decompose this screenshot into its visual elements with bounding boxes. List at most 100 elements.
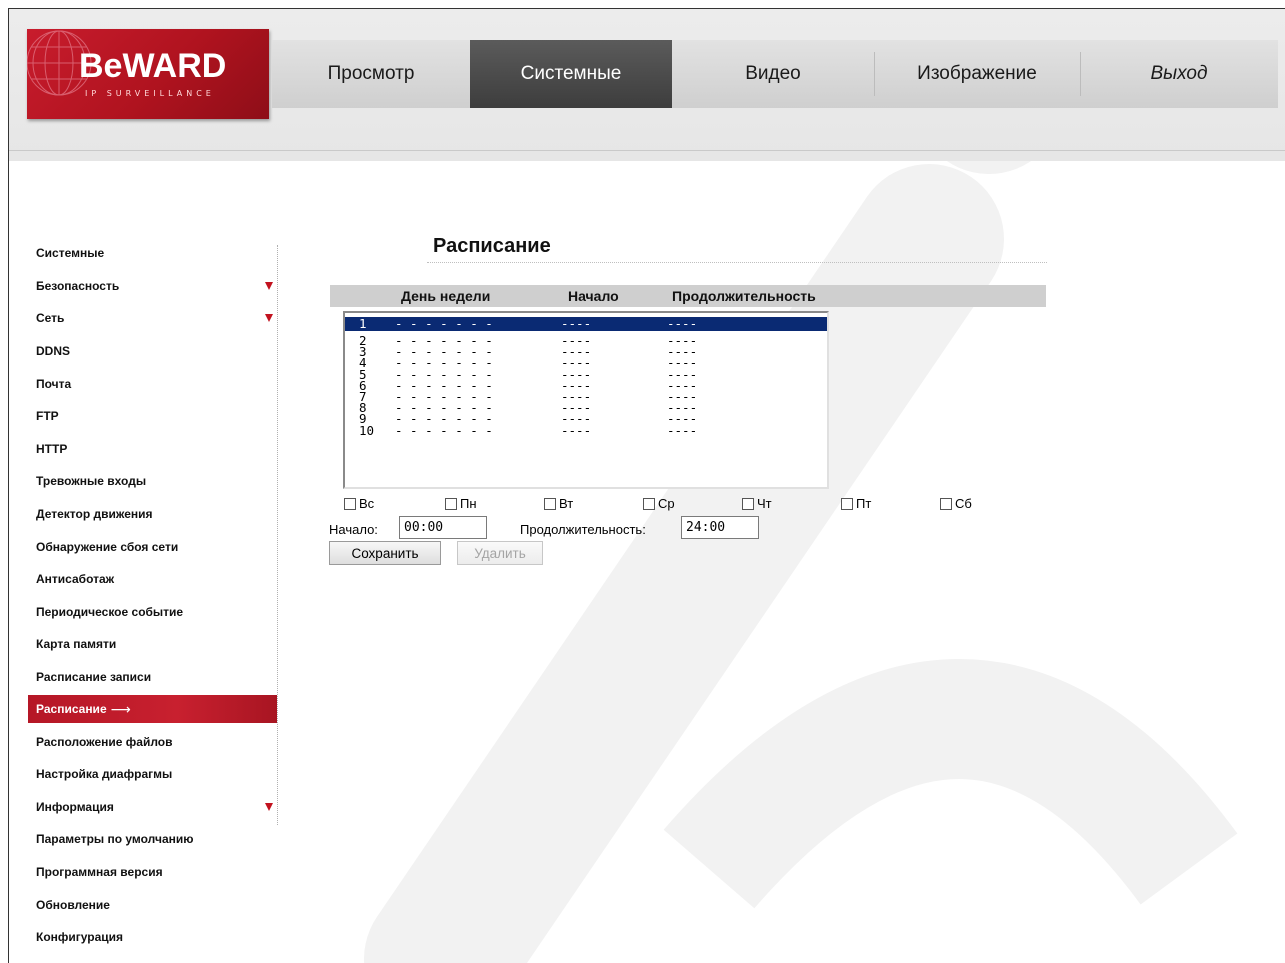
sidebar-item-label: FTP [36,409,59,424]
schedule-row[interactable]: 10 - - - - - - - ---- ---- [345,422,827,438]
sidebar-item-label: Детектор движения [36,507,153,522]
arrow-right-icon: ⟶ [110,700,131,717]
schedule-listbox[interactable]: 1- - - - - - - ---- ---- 2- - - - - - - ---… [343,311,829,489]
sidebar-item-detektor-dvizheniya[interactable]: Детектор движения [28,498,277,531]
checkbox-box[interactable] [940,497,952,510]
app-window: BeWARD IP SURVEILLANCE Просмотр Системны… [8,8,1285,963]
sidebar-divider [277,245,278,825]
day-checkbox-sr[interactable]: Ср [643,496,675,511]
sidebar-item-set[interactable]: Сеть [28,302,277,335]
expand-triangle-icon[interactable] [265,802,273,811]
start-time-input[interactable]: 00:00 [399,516,487,539]
column-header-start: Начало [568,288,619,304]
duration-label: Продолжительность: [520,522,646,537]
day-checkbox-vs[interactable]: Вс [344,496,374,511]
sidebar-item-http[interactable]: HTTP [28,433,277,466]
sidebar-item-informatsiya[interactable]: Информация [28,791,277,824]
checkbox-box[interactable] [445,497,457,510]
day-checkbox-pt[interactable]: Пт [841,496,871,511]
row-start: ---- [561,422,592,438]
day-label: Пт [856,496,872,511]
sidebar-item-label: Конфигурация [36,930,124,945]
checkbox-box[interactable] [742,497,754,510]
brand-name: BeWARD [79,47,227,85]
sidebar-item-pochta[interactable]: Почта [28,367,277,400]
sidebar-item-programmnaya-versiya[interactable]: Программная версия [28,856,277,889]
sidebar-item-konfiguratsiya[interactable]: Конфигурация [28,921,277,954]
sidebar-item-obnovlenie[interactable]: Обновление [28,888,277,921]
sidebar-item-label: Настройка диафрагмы [36,767,173,782]
day-checkbox-pn[interactable]: Пн [445,496,477,511]
sidebar-item-karta-pamyati[interactable]: Карта памяти [28,628,277,661]
row-days: - - - - - - - [395,316,493,331]
sidebar-item-label: Периодическое событие [36,604,184,619]
day-label: Вт [559,496,574,511]
tab-video[interactable]: Видео [672,40,874,108]
sidebar-menu: Системные Безопасность Сеть DDNS Почта F… [28,237,277,953]
sidebar-item-raspisanie[interactable]: Расписание ⟶ [28,695,277,724]
sidebar-item-label: Параметры по умолчанию [36,832,194,847]
sidebar-item-label: Тревожные входы [36,474,147,489]
sidebar-item-antisabotazh[interactable]: Антисаботаж [28,563,277,596]
sidebar-item-label: HTTP [36,441,68,456]
sidebar-item-raspisanie-zapisi[interactable]: Расписание записи [28,661,277,694]
checkbox-box[interactable] [544,497,556,510]
tab-label: Просмотр [327,63,415,84]
sidebar-item-obnaruzhenie-sboya[interactable]: Обнаружение сбоя сети [28,530,277,563]
top-navigation: Просмотр Системные Видео Изображение Вых… [272,40,1278,108]
checkbox-box[interactable] [643,497,655,510]
save-button[interactable]: Сохранить [329,541,441,565]
duration-input[interactable]: 24:00 [681,516,759,539]
row-duration: ---- [667,422,698,438]
brand-logo[interactable]: BeWARD IP SURVEILLANCE [27,29,269,119]
day-checkbox-sb[interactable]: Сб [940,496,972,511]
sidebar-item-raspolozhenie-faylov[interactable]: Расположение файлов [28,725,277,758]
sidebar-item-label: Расписание [36,702,107,717]
row-days: - - - - - - - [395,422,493,438]
tab-prosmotr[interactable]: Просмотр [272,40,470,108]
sidebar-item-label: Расположение файлов [36,734,173,749]
row-start: ---- [561,316,592,331]
checkbox-box[interactable] [344,497,356,510]
column-header-day: День недели [401,288,491,304]
sidebar-item-label: Безопасность [36,278,120,293]
tab-sistemnye[interactable]: Системные [470,40,672,108]
sidebar-item-ftp[interactable]: FTP [28,400,277,433]
expand-triangle-icon[interactable] [265,281,273,290]
sidebar-item-label: Информация [36,799,114,814]
sidebar-item-ddns[interactable]: DDNS [28,335,277,368]
sidebar-item-bezopasnost[interactable]: Безопасность [28,270,277,303]
sidebar-item-label: DDNS [36,344,71,359]
schedule-row[interactable]: 1 - - - - - - - ---- ---- [345,317,827,331]
weekday-checkboxes: Вс Пн Вт Ср Чт Пт Сб [344,496,1044,514]
sidebar-item-label: Антисаботаж [36,572,115,587]
sidebar-item-label: Системные [36,246,105,261]
day-label: Вс [359,496,375,511]
checkbox-box[interactable] [841,497,853,510]
delete-button[interactable]: Удалить [457,541,543,565]
title-underline [427,262,1047,263]
sidebar-item-parametry-po-umolchaniyu[interactable]: Параметры по умолчанию [28,823,277,856]
sidebar-item-nastroyka-diafragmy[interactable]: Настройка диафрагмы [28,758,277,791]
day-checkbox-vt[interactable]: Вт [544,496,573,511]
sidebar-item-periodicheskoe-sobytie[interactable]: Периодическое событие [28,596,277,629]
tab-vyhod[interactable]: Выход [1080,40,1278,108]
sidebar-item-trevozhnye-vhody[interactable]: Тревожные входы [28,465,277,498]
day-checkbox-cht[interactable]: Чт [742,496,772,511]
sidebar-item-label: Расписание записи [36,670,152,685]
row-number: 1 [359,316,367,331]
brand-tagline: IP SURVEILLANCE [85,89,215,98]
row-duration: ---- [667,316,698,331]
sidebar-item-sistemnye[interactable]: Системные [28,237,277,270]
day-label: Пн [460,496,477,511]
day-label: Чт [757,496,772,511]
start-label: Начало: [329,522,378,537]
tab-label: Системные [520,63,622,84]
row-number: 10 [359,422,375,438]
day-label: Сб [955,496,972,511]
sidebar-item-label: Программная версия [36,864,163,879]
tab-izobrazhenie[interactable]: Изображение [874,40,1080,108]
tab-label: Изображение [917,63,1037,84]
sidebar-item-label: Сеть [36,311,65,326]
expand-triangle-icon[interactable] [265,314,273,323]
